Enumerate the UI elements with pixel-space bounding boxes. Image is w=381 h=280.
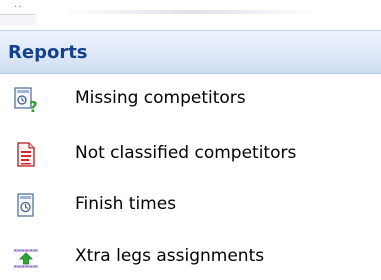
report-item-missing-competitors[interactable]: ? Missing competitors bbox=[0, 78, 381, 122]
report-item-label: Not classified competitors bbox=[75, 143, 297, 163]
report-item-finish-times[interactable]: Finish times bbox=[0, 184, 381, 228]
svg-text:?: ? bbox=[29, 98, 38, 114]
red-document-icon bbox=[12, 141, 40, 169]
clock-document-icon bbox=[12, 192, 40, 220]
report-item-xtra-legs[interactable]: Xtra legs assignments bbox=[0, 236, 381, 280]
grip-dots-icon: ·· bbox=[14, 2, 23, 13]
reports-title: Reports bbox=[8, 42, 88, 63]
top-divider bbox=[60, 10, 320, 14]
report-item-label: Finish times bbox=[75, 194, 177, 214]
reports-header[interactable]: Reports bbox=[0, 30, 381, 74]
report-question-icon: ? bbox=[12, 86, 40, 116]
green-up-arrow-icon bbox=[12, 244, 40, 272]
report-item-not-classified[interactable]: Not classified competitors bbox=[0, 133, 381, 177]
report-item-label: Xtra legs assignments bbox=[75, 246, 265, 266]
top-strip: ·· bbox=[0, 0, 381, 26]
report-item-label: Missing competitors bbox=[75, 88, 246, 108]
tab-edge bbox=[0, 14, 36, 25]
